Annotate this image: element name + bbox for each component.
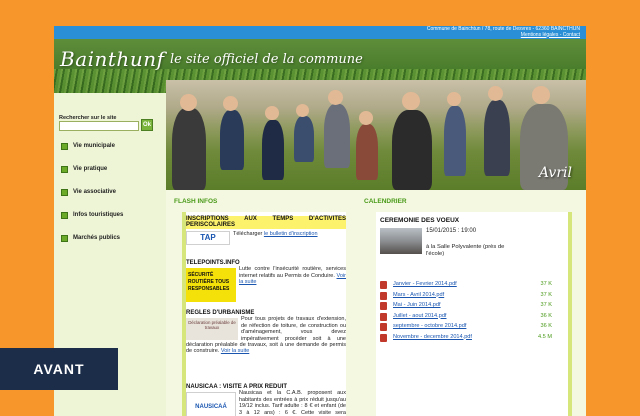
flash-infos-heading: FLASH INFOS <box>174 198 218 205</box>
photo-figure-head <box>532 86 550 104</box>
photo-figure <box>324 104 350 168</box>
news-text: Nausicaa et la C.A.B. proposent aux habi… <box>239 390 346 416</box>
event-date: 15/01/2015 : 19:00 <box>426 228 477 234</box>
news-title: INSCRIPTIONS AUX TEMPS D'ACTIVITES PERIS… <box>186 216 346 229</box>
calendar-panel: CEREMONIE DES VOEUX 15/01/2015 : 19:00 à… <box>376 212 572 416</box>
photo-figure <box>484 100 510 176</box>
photo-figure-head <box>180 94 197 111</box>
photo-figure <box>356 124 378 180</box>
nav-item-label: Vie municipale <box>73 143 115 149</box>
nav-item-label: Vie associative <box>73 189 116 195</box>
green-square-icon <box>61 166 68 173</box>
pdf-icon <box>380 291 387 300</box>
urbanism-doc-image: Déclaration préalable de travaux <box>186 318 238 341</box>
website-frame: Commune de Bainchtun / 78, route de Desv… <box>54 26 586 416</box>
nav-item-vie-pratique[interactable]: Vie pratique <box>60 166 160 189</box>
news-link[interactable]: le bulletin d'inscription <box>264 231 318 237</box>
green-square-icon <box>61 143 68 150</box>
photo-caption: Avril <box>538 165 572 181</box>
calendar-heading: CALENDRIER <box>364 198 407 205</box>
legal-contact-links[interactable]: Mentions légales - Contact <box>521 32 580 38</box>
green-square-icon <box>61 235 68 242</box>
nav-item-infos-touristiques[interactable]: Infos touristiques <box>60 212 160 235</box>
photo-figure-head <box>296 104 309 117</box>
calendar-files-list: Janvier - Fevrier 2014.pdf 37 K Mars - Av… <box>376 280 552 343</box>
news-item: NAUSICAA : VISITE A PRIX REDUIT NAUSICAÁ… <box>186 384 346 416</box>
news-text: Lutte contre l'insécurité routière, serv… <box>239 266 346 279</box>
file-row[interactable]: septembre - octobre 2014.pdf 36 K <box>376 322 552 333</box>
nav-item-label: Vie pratique <box>73 166 108 172</box>
photo-figure-head <box>265 106 279 120</box>
file-row[interactable]: Novembre - decembre 2014.pdf 4.5 M <box>376 333 552 344</box>
nav-item-vie-municipale[interactable]: Vie municipale <box>60 143 160 166</box>
pdf-icon <box>380 302 387 310</box>
photo-figure <box>262 120 284 180</box>
file-size: 37 K <box>540 291 552 298</box>
tap-logo: TAP <box>186 230 230 245</box>
news-item: TELEPOINTS.INFO SÉCURITÉ ROUTIÈRE TOUS R… <box>186 260 346 303</box>
file-link[interactable]: Novembre - decembre 2014.pdf <box>393 334 472 340</box>
pdf-icon <box>380 323 387 331</box>
photo-figure <box>444 106 466 176</box>
photo-figure-head <box>488 86 503 101</box>
flash-infos-panel: INSCRIPTIONS AUX TEMPS D'ACTIVITES PERIS… <box>182 212 346 416</box>
event-title[interactable]: CEREMONIE DES VOEUX <box>380 217 459 224</box>
photo-figure-head <box>359 111 373 125</box>
photo-figure <box>294 116 314 162</box>
news-item: INSCRIPTIONS AUX TEMPS D'ACTIVITES PERIS… <box>186 216 346 246</box>
file-size: 4.5 M <box>538 333 552 340</box>
photo-figure-head <box>223 96 238 111</box>
file-link[interactable]: septembre - octobre 2014.pdf <box>393 323 466 329</box>
nav-item-label: Infos touristiques <box>73 212 124 218</box>
file-link[interactable]: Juillet - aout 2014.pdf <box>393 313 447 319</box>
file-link[interactable]: Mai - Juin 2014.pdf <box>393 302 441 308</box>
file-size: 36 K <box>540 312 552 319</box>
photo-figure <box>172 108 206 190</box>
nav-item-marches-publics[interactable]: Marchés publics <box>60 235 160 258</box>
file-size: 37 K <box>540 302 552 308</box>
green-square-icon <box>61 212 68 219</box>
photo-figure-head <box>328 90 343 105</box>
event-photo <box>380 228 422 254</box>
file-row[interactable]: Mars - Avril 2014.pdf 37 K <box>376 291 552 302</box>
file-link[interactable]: Janvier - Fevrier 2014.pdf <box>393 281 457 287</box>
road-safety-logo: SÉCURITÉ ROUTIÈRE TOUS RESPONSABLES <box>186 268 236 303</box>
nausicaa-logo: NAUSICAÁ <box>186 392 236 416</box>
file-link[interactable]: Mars - Avril 2014.pdf <box>393 292 444 298</box>
file-size: 37 K <box>540 281 552 287</box>
site-logo-title[interactable]: Bainthunf <box>60 47 164 71</box>
news-item: REGLES D'URBANISME Déclaration préalable… <box>186 310 346 355</box>
pdf-icon <box>380 281 387 289</box>
nav-item-label: Marchés publics <box>73 235 121 241</box>
search-button[interactable]: Ok <box>141 119 153 131</box>
file-size: 36 K <box>540 323 552 329</box>
file-row[interactable]: Juillet - aout 2014.pdf 36 K <box>376 312 552 323</box>
main-nav: Vie municipale Vie pratique Vie associat… <box>60 143 160 258</box>
file-row[interactable]: Janvier - Fevrier 2014.pdf 37 K <box>376 280 552 291</box>
top-bar: Commune de Bainchtun / 78, route de Desv… <box>54 26 586 39</box>
news-text: Télécharger <box>233 230 264 237</box>
photo-figure-head <box>402 92 420 110</box>
header-photo: Avril <box>166 80 586 190</box>
search-input[interactable] <box>59 121 139 131</box>
nav-item-vie-associative[interactable]: Vie associative <box>60 189 160 212</box>
pdf-icon <box>380 333 387 342</box>
photo-figure-head <box>447 92 461 106</box>
file-row[interactable]: Mai - Juin 2014.pdf 37 K <box>376 301 552 312</box>
photo-figure <box>220 110 244 170</box>
green-square-icon <box>61 189 68 196</box>
news-link[interactable]: Voir la suite <box>221 348 249 354</box>
main-content: FLASH INFOS CALENDRIER INSCRIPTIONS AUX … <box>166 190 586 416</box>
photo-figure <box>392 110 432 190</box>
site-subtitle: le site officiel de la commune <box>170 52 363 67</box>
event-location: à la Salle Polyvalente (près de l'école) <box>426 244 505 257</box>
pdf-icon <box>380 312 387 321</box>
avant-badge: AVANT <box>0 348 118 390</box>
